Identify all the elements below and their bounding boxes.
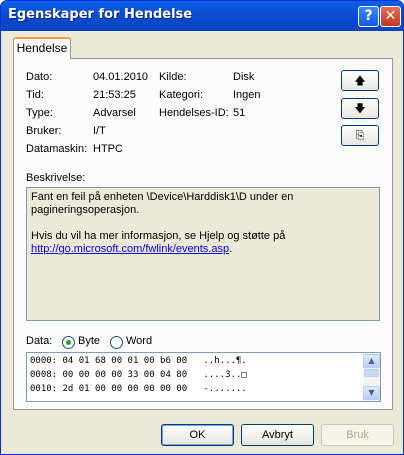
computer-value: HTPC (93, 143, 123, 155)
scroll-down-icon[interactable]: ▼ (363, 386, 380, 400)
arrow-down-icon: 🡇 (354, 102, 366, 115)
event-id-value: 51 (233, 107, 246, 119)
tab-hendelse[interactable]: Hendelse (13, 37, 71, 59)
hex-line: 0010: 2d 01 00 00 00 00 00 00 -....... (30, 384, 247, 394)
next-event-button[interactable]: 🡇 (341, 98, 379, 119)
word-radio-label[interactable]: Word (126, 335, 152, 347)
type-value: Advarsel (93, 107, 136, 119)
help-button[interactable]: ? (358, 6, 379, 27)
cancel-button[interactable]: Avbryt (241, 424, 314, 446)
apply-button[interactable]: Bruk (321, 424, 394, 446)
time-value: 21:53:25 (93, 89, 136, 101)
category-label: Kategori: (159, 89, 204, 101)
event-id-label: Hendelses-ID: (159, 107, 229, 119)
time-label: Tid: (26, 89, 44, 101)
link-suffix: . (229, 243, 233, 255)
hex-line: 0000: 04 01 68 00 01 00 b6 00 ..h...¶. (30, 356, 247, 366)
date-label: Dato: (26, 71, 53, 83)
description-line-1: Fant en feil på enheten \Device\Harddisk… (31, 191, 294, 203)
copy-icon: ⎘ (355, 129, 365, 142)
arrow-up-icon: 🡅 (354, 74, 366, 87)
hex-data-box[interactable]: 0000: 04 01 68 00 01 00 b6 00 ..h...¶. 0… (26, 352, 381, 402)
ok-button[interactable]: OK (161, 424, 234, 446)
scroll-thumb[interactable] (364, 369, 379, 377)
source-value: Disk (233, 71, 255, 83)
window-title: Egenskaper for Hendelse (8, 7, 193, 22)
description-box[interactable]: Fant en feil på enheten \Device\Harddisk… (26, 187, 380, 321)
category-value: Ingen (233, 89, 261, 101)
previous-event-button[interactable]: 🡅 (341, 70, 379, 91)
title-bar[interactable]: Egenskaper for Hendelse ? ✕ (1, 1, 403, 31)
copy-button[interactable]: ⎘ (341, 125, 379, 146)
close-button[interactable]: ✕ (380, 6, 401, 27)
byte-radio-label[interactable]: Byte (78, 335, 100, 347)
date-value: 04.01.2010 (93, 71, 149, 83)
description-line-2: pagineringsoperasjon. (31, 204, 140, 216)
byte-radio[interactable] (62, 336, 75, 349)
word-radio[interactable] (110, 336, 123, 349)
tab-panel: Dato: 04.01.2010 Kilde: Disk Tid: 21:53:… (13, 58, 393, 410)
computer-label: Datamaskin: (26, 143, 88, 155)
description-label: Beskrivelse: (26, 172, 86, 184)
user-label: Bruker: (26, 125, 62, 137)
description-line-3: Hvis du vil ha mer informasjon, se Hjelp… (31, 230, 286, 242)
help-link[interactable]: http://go.microsoft.com/fwlink/events.as… (31, 243, 229, 255)
type-label: Type: (26, 107, 53, 119)
scroll-up-icon[interactable]: ▲ (363, 354, 380, 368)
hex-line: 0008: 00 00 00 00 33 00 04 80 ....3..□ (30, 370, 247, 380)
source-label: Kilde: (159, 71, 187, 83)
radio-selected-dot (66, 340, 71, 345)
user-value: I/T (93, 125, 106, 137)
event-properties-window: Egenskaper for Hendelse ? ✕ Hendelse Dat… (0, 0, 404, 455)
hex-scrollbar[interactable]: ▲ ▼ (363, 353, 380, 401)
data-label: Data: (26, 335, 53, 347)
